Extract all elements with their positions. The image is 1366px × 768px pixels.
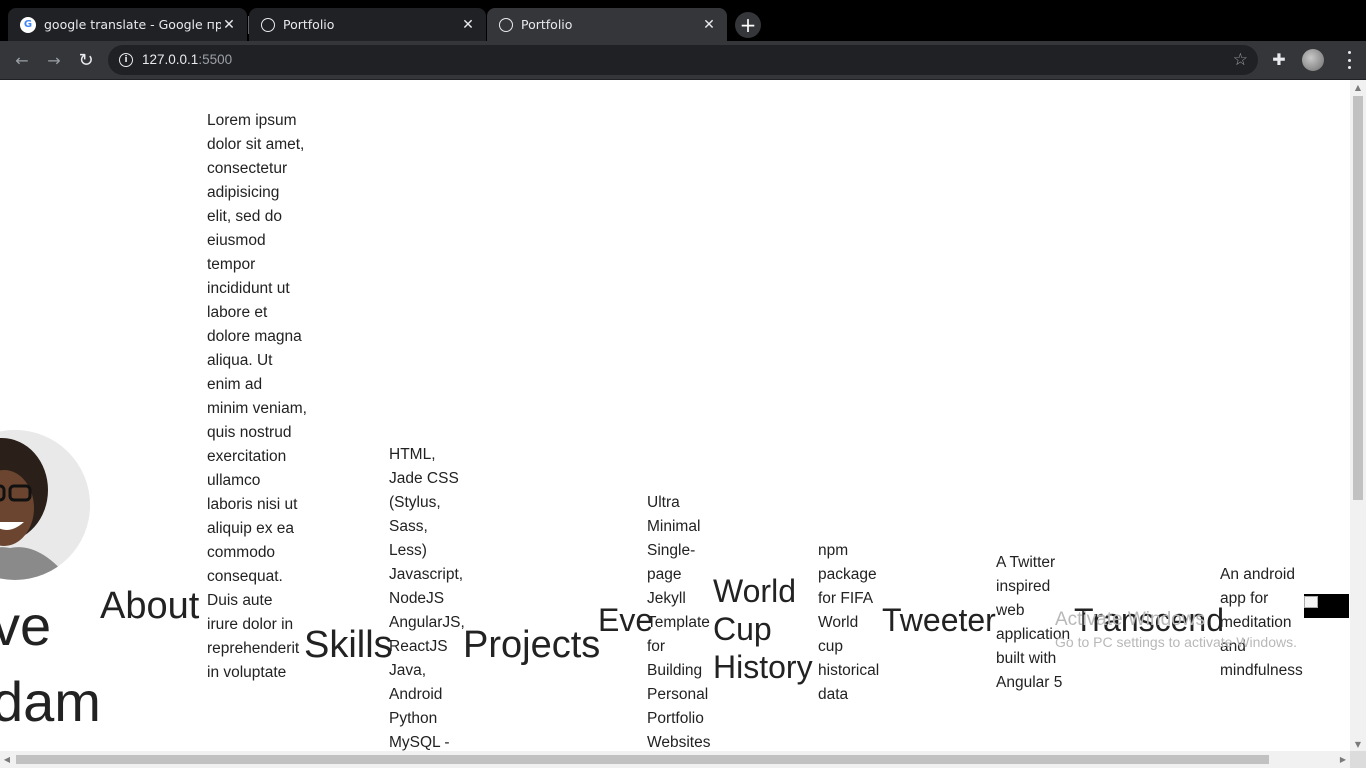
name-line-2: dam xyxy=(0,670,101,733)
tab-title: Portfolio xyxy=(521,17,573,32)
tab-title: Portfolio xyxy=(283,17,335,32)
back-icon[interactable]: ← xyxy=(12,50,32,70)
about-heading: About xyxy=(100,585,200,627)
scroll-left-icon[interactable]: ◀ xyxy=(0,751,14,768)
bookmark-star-icon[interactable]: ☆ xyxy=(1233,50,1248,70)
vertical-scrollbar[interactable]: ▲ ▼ xyxy=(1350,80,1366,751)
extensions-icon[interactable]: ✚ xyxy=(1270,50,1288,69)
scrollbar-corner xyxy=(1350,751,1366,768)
close-icon[interactable]: ✕ xyxy=(701,17,717,33)
watermark-title: Activate Windows xyxy=(1055,609,1205,630)
skills-heading: Skills xyxy=(304,624,393,666)
project-title-tweeter: Tweeter xyxy=(882,602,996,638)
address-bar[interactable]: i 127.0.0.1:5500 ☆ xyxy=(108,45,1258,75)
project-title-world-cup-history: World Cup History xyxy=(713,573,813,685)
profile-avatar[interactable] xyxy=(1302,49,1324,71)
horizontal-scroll-thumb[interactable] xyxy=(16,755,1269,764)
tab-title: google translate - Google претр xyxy=(44,17,221,32)
forward-icon[interactable]: → xyxy=(44,50,64,70)
tab-portfolio-2-active[interactable]: Portfolio ✕ xyxy=(487,8,727,41)
watermark-subtitle: Go to PC settings to activate Windows. xyxy=(1055,634,1297,650)
tab-google-translate[interactable]: G google translate - Google претр ✕ xyxy=(8,8,247,41)
url-port: :5500 xyxy=(198,52,233,67)
browser-toolbar: ← → ↻ i 127.0.0.1:5500 ☆ ✚ xyxy=(0,41,1366,80)
google-icon: G xyxy=(20,16,36,33)
scroll-right-icon[interactable]: ▶ xyxy=(1336,751,1350,768)
skills-text: HTML, Jade CSS (Stylus, Sass, Less) Java… xyxy=(389,446,465,751)
tab-bar: G google translate - Google претр ✕ Port… xyxy=(0,0,1366,41)
new-tab-button[interactable]: + xyxy=(735,12,761,38)
close-icon[interactable]: ✕ xyxy=(460,17,476,33)
tab-portfolio-1[interactable]: Portfolio ✕ xyxy=(249,8,486,41)
project-desc-eve: Ultra Minimal Single-page Jekyll Templat… xyxy=(647,494,711,751)
url-text[interactable]: 127.0.0.1:5500 xyxy=(142,52,232,67)
reload-icon[interactable]: ↻ xyxy=(76,50,96,71)
globe-icon xyxy=(499,17,513,32)
projects-heading: Projects xyxy=(463,624,601,666)
close-icon[interactable]: ✕ xyxy=(221,17,237,33)
project-title-eve: Eve xyxy=(598,602,654,638)
menu-dots-icon[interactable] xyxy=(1346,51,1352,69)
broken-image-icon xyxy=(1304,596,1318,608)
horizontal-scrollbar[interactable]: ◀ ▶ xyxy=(0,751,1350,768)
vertical-scroll-thumb[interactable] xyxy=(1353,96,1363,500)
scroll-up-icon[interactable]: ▲ xyxy=(1350,80,1366,94)
info-icon[interactable]: i xyxy=(119,53,133,67)
profile-photo xyxy=(0,430,90,580)
name-line-1: ve xyxy=(0,594,52,657)
globe-icon xyxy=(261,17,275,32)
activate-windows-watermark: Activate Windows Go to PC settings to ac… xyxy=(1055,608,1297,652)
project-desc-world-cup-history: npm package for FIFA World cup historica… xyxy=(818,542,880,703)
scroll-down-icon[interactable]: ▼ xyxy=(1350,737,1366,751)
url-host: 127.0.0.1 xyxy=(142,52,199,67)
about-text: Lorem ipsum dolor sit amet, consectetur … xyxy=(207,112,307,681)
portrait-illustration xyxy=(0,430,90,580)
